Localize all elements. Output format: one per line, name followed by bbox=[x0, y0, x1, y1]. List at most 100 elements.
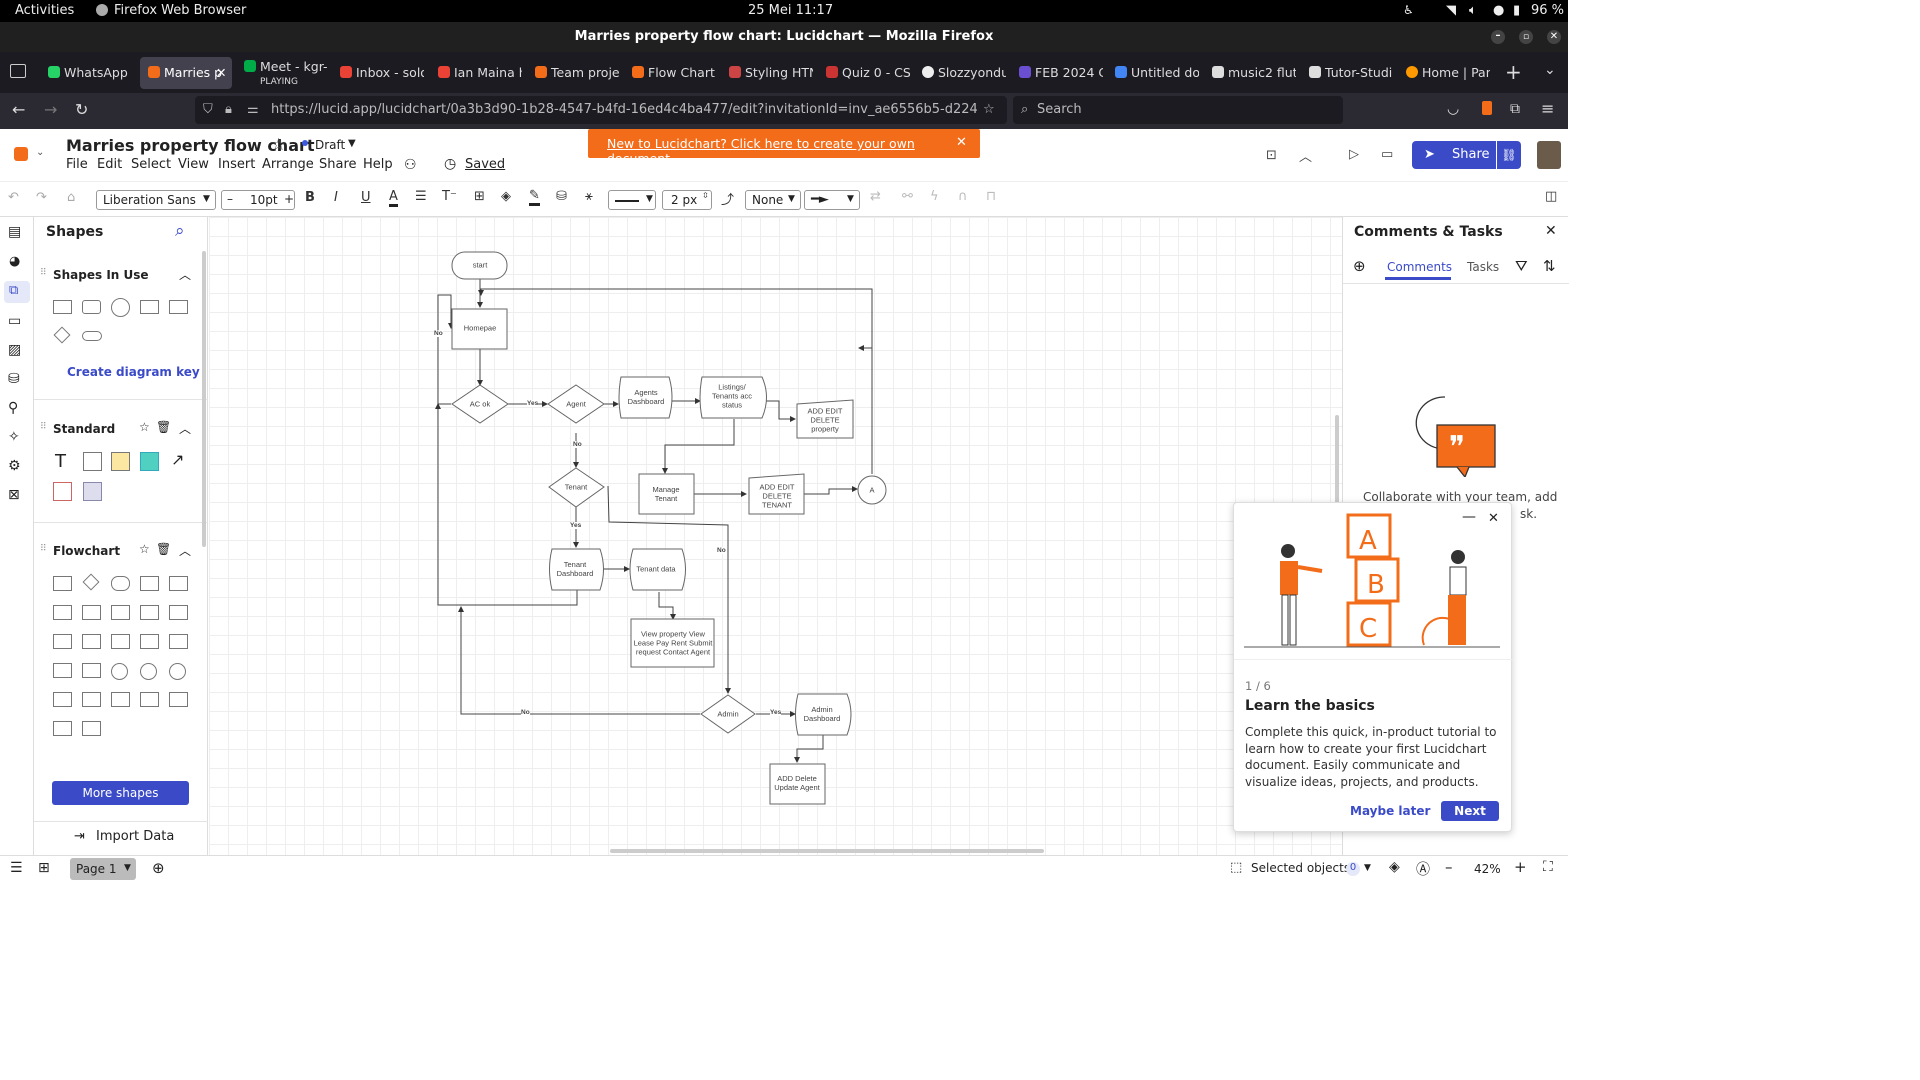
display-shape[interactable] bbox=[53, 634, 72, 649]
decision-shape[interactable] bbox=[82, 573, 100, 591]
connector-shape[interactable] bbox=[111, 663, 128, 680]
trash-icon[interactable]: 🗑︎ bbox=[156, 542, 171, 556]
summing-junction-shape[interactable] bbox=[169, 663, 186, 680]
tab-styling-html[interactable]: Styling HTN bbox=[721, 57, 813, 89]
maybe-later-button[interactable]: Maybe later bbox=[1350, 804, 1430, 818]
pocket-icon[interactable]: ◡ bbox=[1447, 101, 1459, 117]
menu-file[interactable]: File bbox=[66, 157, 88, 172]
pages-icon[interactable]: ▤ bbox=[8, 224, 21, 240]
accessibility-icon[interactable]: Ⓐ bbox=[1416, 859, 1430, 879]
import-icon[interactable]: ⇥ bbox=[74, 829, 85, 844]
url-bar[interactable]: ⛉ 🔒︎ ⚌ https://lucid.app/lucidchart/0a3b… bbox=[195, 96, 1007, 124]
terminator-shape[interactable] bbox=[82, 331, 102, 341]
start-endpoint-select[interactable]: None ▼ bbox=[745, 190, 801, 210]
hamburger-menu-icon[interactable]: ≡ bbox=[1541, 99, 1554, 118]
off-page-shape[interactable] bbox=[53, 692, 72, 707]
microphone-icon[interactable]: ● bbox=[1493, 3, 1504, 18]
next-button[interactable]: Next bbox=[1441, 801, 1499, 821]
text-shape[interactable]: T bbox=[55, 451, 66, 472]
saved-status[interactable]: Saved bbox=[465, 157, 505, 172]
create-diagram-key-link[interactable]: Create diagram key bbox=[67, 365, 200, 379]
database-shape[interactable] bbox=[169, 605, 188, 620]
filter-icon[interactable]: ⛛ bbox=[1515, 257, 1528, 275]
tab-home[interactable]: Home | Pan bbox=[1398, 57, 1490, 89]
stored-data-shape[interactable] bbox=[53, 663, 72, 678]
block-shape[interactable] bbox=[83, 452, 102, 471]
line-color-icon[interactable]: ✎ bbox=[529, 188, 540, 206]
menu-insert[interactable]: Insert bbox=[218, 157, 255, 172]
manual-input-shape[interactable] bbox=[82, 605, 101, 620]
line-style-select[interactable]: ▼ bbox=[608, 190, 656, 210]
banner-link[interactable]: New to Lucidchart? Click here to create … bbox=[607, 136, 980, 166]
app-name[interactable]: Firefox Web Browser bbox=[114, 3, 246, 18]
close-tab-icon[interactable]: ✕ bbox=[216, 57, 226, 89]
activities-button[interactable]: Activities bbox=[15, 3, 74, 18]
manual-op-shape[interactable] bbox=[140, 634, 159, 649]
tab-inbox[interactable]: Inbox - solo bbox=[332, 57, 424, 89]
tab-comments[interactable]: Comments bbox=[1387, 260, 1452, 274]
tab-github[interactable]: Slozzyondu bbox=[914, 57, 1006, 89]
undo-icon[interactable]: ↶ bbox=[8, 190, 19, 205]
image-icon[interactable]: ▨ bbox=[8, 342, 21, 358]
zoom-in-icon[interactable]: + bbox=[1514, 858, 1527, 876]
tab-feb-2024[interactable]: FEB 2024 C bbox=[1011, 57, 1103, 89]
delay-shape[interactable] bbox=[169, 634, 188, 649]
underline-icon[interactable]: U bbox=[361, 190, 371, 205]
action-icon[interactable]: ϟ bbox=[930, 189, 939, 204]
tab-tasks[interactable]: Tasks bbox=[1467, 260, 1499, 274]
tab-team-project[interactable]: Team proje bbox=[527, 57, 619, 89]
internal-storage-shape[interactable] bbox=[82, 634, 101, 649]
rocket-icon[interactable]: ⚲ bbox=[8, 400, 18, 416]
connector[interactable] bbox=[766, 400, 796, 422]
zoom-level[interactable]: 42% bbox=[1474, 862, 1501, 876]
preparation-shape[interactable] bbox=[111, 605, 130, 620]
connector[interactable] bbox=[858, 345, 873, 418]
close-window-button[interactable]: ✕ bbox=[1547, 30, 1561, 44]
minimize-button[interactable]: – bbox=[1491, 30, 1505, 44]
multi-doc-shape[interactable] bbox=[53, 605, 72, 620]
favorite-star-icon[interactable]: ☆ bbox=[139, 420, 150, 434]
more-shapes-button[interactable]: More shapes bbox=[52, 781, 189, 805]
terminator-shape[interactable] bbox=[111, 576, 130, 591]
off-page-link-shape[interactable] bbox=[82, 692, 101, 707]
data-icon[interactable]: ⛁ bbox=[8, 371, 20, 387]
diamond-shape[interactable] bbox=[53, 326, 71, 344]
clock[interactable]: 25 Mei 11:17 bbox=[748, 3, 833, 18]
ai-icon[interactable]: ✧ bbox=[8, 429, 20, 445]
star-icon[interactable]: ☆ bbox=[271, 135, 286, 155]
drag-handle-icon[interactable]: ⠿ bbox=[40, 544, 47, 554]
plugins-icon[interactable]: ⚙ bbox=[8, 458, 21, 474]
tab-lucidchart-active[interactable]: Marries p ✕ bbox=[140, 57, 232, 89]
reload-icon[interactable]: ↻ bbox=[75, 100, 88, 119]
volume-icon[interactable]: 🔈︎ bbox=[1469, 3, 1477, 18]
tab-quiz[interactable]: Quiz 0 - CSS bbox=[818, 57, 910, 89]
merge-shape[interactable] bbox=[82, 663, 101, 678]
lucid-logo[interactable] bbox=[14, 147, 28, 161]
search-bar[interactable]: ⌕ Search bbox=[1013, 96, 1343, 124]
action-shape[interactable] bbox=[140, 452, 159, 471]
new-tab-icon[interactable]: + bbox=[1505, 60, 1522, 84]
font-family-select[interactable]: Liberation Sans ▼ bbox=[96, 190, 216, 210]
panel-toggle-icon[interactable]: ◫ bbox=[1545, 189, 1557, 204]
drag-handle-icon[interactable]: ⠿ bbox=[40, 268, 47, 278]
or-shape[interactable] bbox=[140, 663, 157, 680]
tab-gmail-ian[interactable]: Ian Maina h bbox=[430, 57, 522, 89]
rectangle-shape[interactable] bbox=[169, 300, 188, 314]
connector[interactable] bbox=[478, 288, 873, 474]
connector[interactable] bbox=[804, 486, 858, 495]
draft-status[interactable]: Draft bbox=[315, 138, 345, 152]
list-view-icon[interactable]: ☰ bbox=[10, 860, 23, 876]
swimlane-shape[interactable] bbox=[53, 721, 72, 736]
brace-note-shape[interactable] bbox=[140, 692, 159, 707]
align-icon[interactable]: ☰ bbox=[415, 189, 427, 204]
connector[interactable] bbox=[794, 735, 824, 763]
share-button[interactable]: ➤ Share bbox=[1412, 141, 1496, 169]
annotation-shape[interactable] bbox=[169, 692, 188, 707]
page-tab[interactable]: Page 1 ▼ bbox=[70, 858, 136, 880]
shape-options-icon[interactable]: ⊞ bbox=[474, 189, 485, 204]
menu-edit[interactable]: Edit bbox=[97, 157, 122, 172]
integrations-icon[interactable]: ⊠ bbox=[8, 487, 20, 503]
url-text[interactable]: https://lucid.app/lucidchart/0a3b3d90-1b… bbox=[271, 96, 977, 124]
end-endpoint-select[interactable]: ━► ▼ bbox=[804, 190, 860, 210]
canvas-horizontal-scrollbar[interactable] bbox=[610, 849, 1044, 853]
